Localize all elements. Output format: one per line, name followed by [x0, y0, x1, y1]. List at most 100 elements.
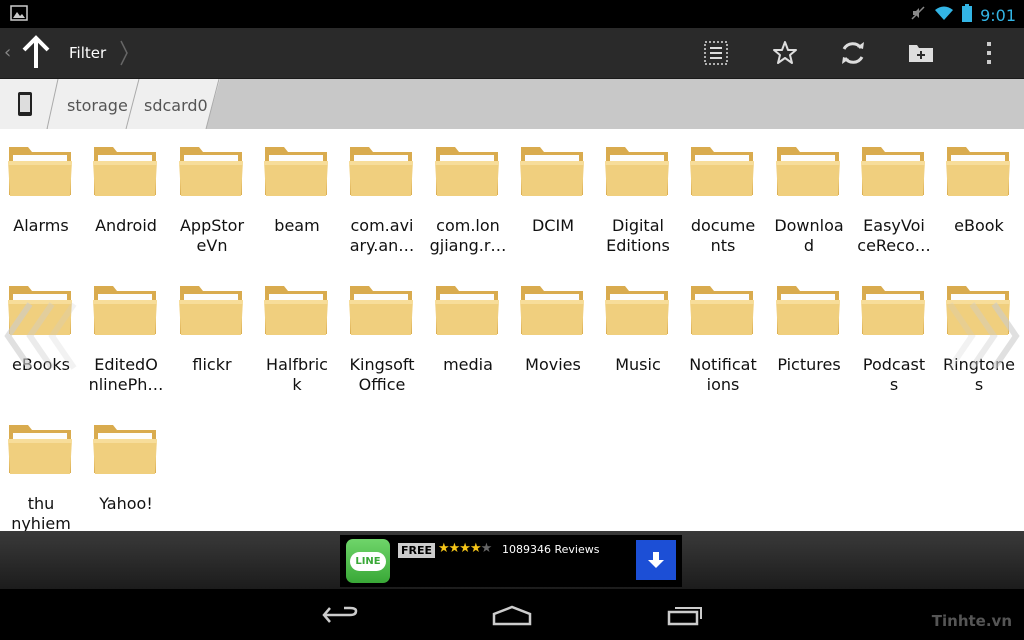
folder-item[interactable]: Yahoo! [85, 407, 170, 531]
folder-icon [93, 425, 157, 474]
folder-item[interactable]: media [427, 268, 512, 407]
ad-download-button[interactable] [636, 540, 676, 580]
folder-label: com.avi ary.an… [349, 216, 415, 255]
folder-label: docume nts [690, 216, 756, 255]
folder-item[interactable]: beam [256, 129, 341, 268]
free-badge: FREE [398, 543, 436, 558]
folder-icon [690, 147, 754, 196]
action-bar: ‹ Filter [0, 28, 1024, 79]
folder-item[interactable]: Kingsoft Office [341, 268, 426, 407]
back-button[interactable] [315, 601, 365, 629]
folder-item[interactable]: Android [85, 129, 170, 268]
folder-item[interactable]: Digital Editions [597, 129, 682, 268]
folder-item[interactable]: Pictures [768, 268, 853, 407]
folder-label: Podcast s [862, 355, 926, 394]
breadcrumb-divider [205, 79, 220, 129]
folder-icon [93, 147, 157, 196]
folder-label: Halfbric k [266, 355, 328, 394]
folder-item[interactable]: Halfbric k [256, 268, 341, 407]
folder-item[interactable]: Podcast s [853, 268, 938, 407]
folder-icon [435, 147, 499, 196]
new-folder-button[interactable] [904, 36, 938, 70]
folder-label: com.lon gjiang.r… [429, 216, 507, 255]
ad-bar: LINE FREE ★★★★★ 1089346 Reviews [0, 531, 1024, 589]
folder-label: EditedO nlinePh… [88, 355, 164, 394]
folder-label: Digital Editions [606, 216, 670, 255]
folder-item[interactable]: docume nts [682, 129, 767, 268]
home-button[interactable] [487, 601, 537, 629]
folder-icon [179, 286, 243, 335]
gallery-notification-icon [10, 5, 28, 25]
folder-item[interactable]: com.lon gjiang.r… [427, 129, 512, 268]
select-mode-button[interactable] [699, 36, 733, 70]
folder-label: EasyVoi ceReco… [857, 216, 931, 255]
folder-item[interactable]: Downloa d [768, 129, 853, 268]
watermark: Tinhte.vn [931, 612, 1012, 630]
folder-icon [690, 286, 754, 335]
next-page-arrows-icon[interactable] [944, 296, 1024, 376]
folder-label: Yahoo! [99, 494, 153, 513]
folder-item[interactable]: eBook [938, 129, 1023, 268]
folder-icon [776, 286, 840, 335]
folder-icon [179, 147, 243, 196]
folder-item[interactable]: Movies [512, 268, 597, 407]
folder-item[interactable]: Music [597, 268, 682, 407]
recent-apps-icon [667, 607, 702, 626]
star-icon [773, 41, 797, 64]
folder-icon [435, 286, 499, 335]
folder-grid: Alarms Android AppStor eVn beam com.avi ary.an… [0, 129, 1024, 531]
folder-icon [946, 147, 1010, 196]
more-vert-icon [987, 42, 991, 64]
folder-item[interactable]: DCIM [512, 129, 597, 268]
status-bar: 9:01 [0, 0, 1024, 28]
list-select-icon [704, 41, 728, 65]
folder-item[interactable]: EasyVoi ceReco… [853, 129, 938, 268]
folder-label: thu nyhiem [11, 494, 71, 531]
mute-icon [910, 5, 926, 25]
clock: 9:01 [980, 5, 1016, 25]
arrow-up-icon [22, 35, 50, 68]
folder-label: Kingsoft Office [349, 355, 415, 394]
folder-item[interactable]: Alarms [0, 129, 85, 268]
up-button[interactable] [18, 34, 54, 72]
folder-icon [605, 286, 669, 335]
rating-stars: ★★★★★ [438, 541, 492, 556]
folder-label: media [443, 355, 493, 374]
folder-item[interactable]: flickr [171, 268, 256, 407]
folder-label: DCIM [531, 216, 574, 235]
folder-label: Alarms [13, 216, 69, 235]
folder-label: eBook [954, 216, 1004, 235]
folder-item[interactable]: com.avi ary.an… [341, 129, 426, 268]
folder-label: beam [274, 216, 320, 235]
folder-label: Downloa d [774, 216, 844, 255]
folder-icon [349, 286, 413, 335]
folder-icon [861, 147, 925, 196]
chevron-right-icon [119, 40, 129, 70]
folder-label: Pictures [777, 355, 841, 374]
folder-label: Music [615, 355, 661, 374]
line-app-icon: LINE [346, 539, 390, 583]
folder-item[interactable]: AppStor eVn [171, 129, 256, 268]
folder-icon [520, 286, 584, 335]
folder-label: Notificat ions [689, 355, 757, 394]
folder-icon [8, 425, 72, 474]
folder-item[interactable]: thu nyhiem [0, 407, 85, 531]
folder-icon [93, 286, 157, 335]
refresh-button[interactable] [836, 36, 870, 70]
overflow-menu-button[interactable] [972, 36, 1006, 70]
folder-item[interactable]: Notificat ions [682, 268, 767, 407]
download-arrow-icon [648, 552, 664, 568]
recent-apps-button[interactable] [660, 601, 710, 629]
folder-label: flickr [192, 355, 232, 374]
battery-icon [962, 4, 973, 26]
filter-button[interactable]: Filter [69, 44, 106, 62]
refresh-icon [842, 42, 864, 64]
back-icon [322, 606, 358, 623]
folder-icon [8, 147, 72, 196]
folder-item[interactable]: EditedO nlinePh… [85, 268, 170, 407]
folder-icon [605, 147, 669, 196]
ad-banner[interactable]: LINE FREE ★★★★★ 1089346 Reviews [340, 535, 682, 587]
previous-page-arrows-icon[interactable] [0, 296, 80, 376]
chevron-left-icon: ‹ [4, 42, 12, 63]
bookmark-button[interactable] [768, 36, 802, 70]
